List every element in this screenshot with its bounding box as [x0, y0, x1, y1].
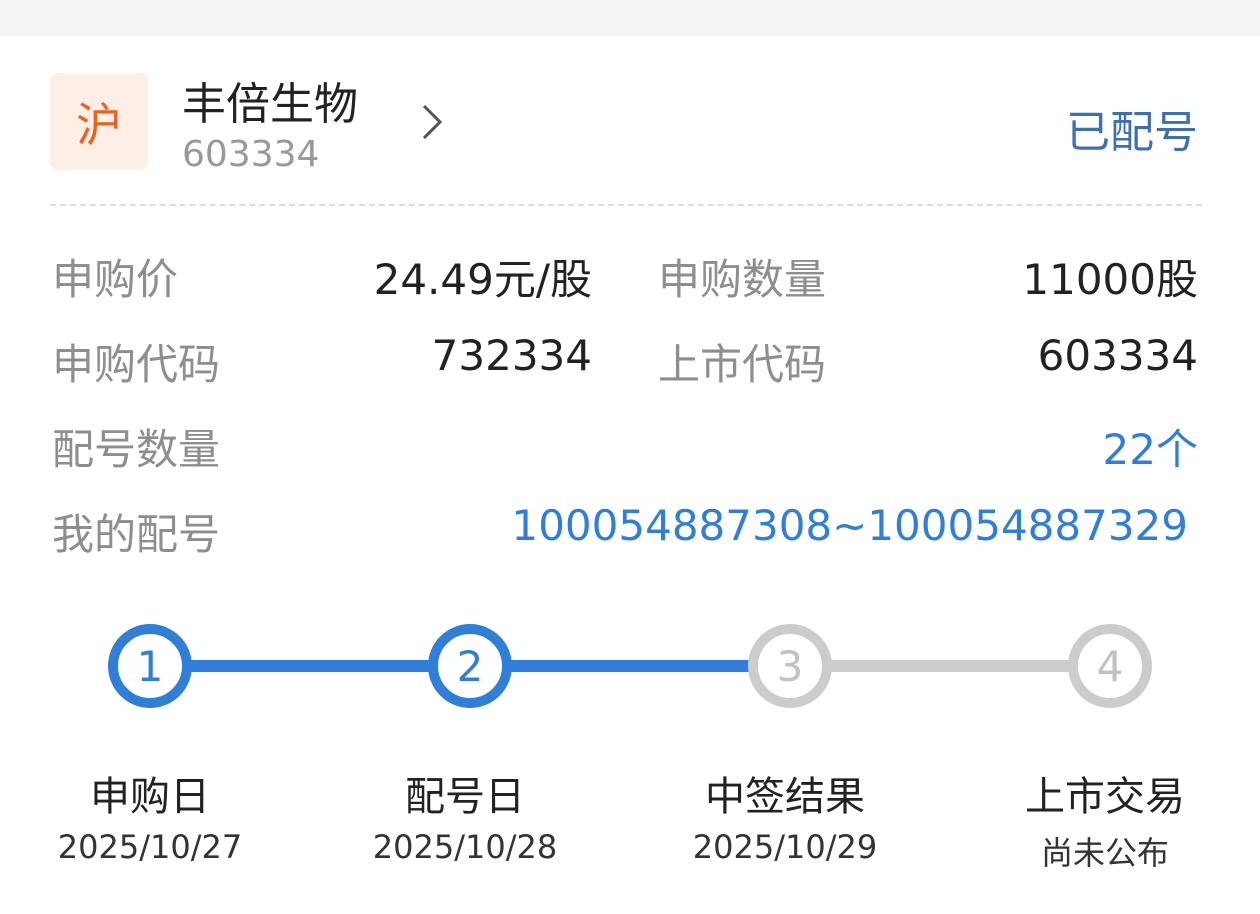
step-4-date: 尚未公布 — [1040, 834, 1169, 872]
market-badge: 沪 — [50, 73, 148, 170]
price-label: 申购价 — [52, 255, 179, 304]
step-2-name: 配号日 — [405, 774, 525, 820]
listing-code-label: 上市代码 — [658, 340, 827, 389]
step-4-circle: 4 — [1068, 624, 1152, 708]
step-1-date: 2025/10/27 — [57, 828, 243, 866]
allocation-count-value: 22个 — [1102, 425, 1198, 474]
step-connector-1 — [190, 660, 430, 672]
step-1-name: 申购日 — [90, 774, 210, 820]
step-connector-2 — [510, 660, 750, 672]
listing-code-value: 603334 — [1037, 331, 1198, 380]
divider — [50, 204, 1202, 206]
step-1-circle: 1 — [108, 624, 192, 708]
stock-code: 603334 — [182, 134, 320, 175]
subscription-code-label: 申购代码 — [52, 340, 221, 389]
step-3-name: 中签结果 — [705, 774, 865, 820]
chevron-right-icon[interactable] — [414, 102, 448, 142]
step-4-name: 上市交易 — [1025, 774, 1185, 820]
quantity-label: 申购数量 — [658, 255, 827, 304]
step-2-date: 2025/10/28 — [372, 828, 558, 866]
allocation-count-label: 配号数量 — [52, 425, 221, 474]
quantity-value: 11000股 — [1022, 255, 1198, 304]
price-value: 24.49元/股 — [373, 255, 592, 304]
status-badge: 已配号 — [1066, 107, 1198, 158]
ipo-card: 沪 丰倍生物 603334 已配号 申购价 24.49元/股 申购数量 1100… — [0, 36, 1260, 914]
step-3-date: 2025/10/29 — [692, 828, 878, 866]
step-connector-3 — [830, 660, 1070, 672]
my-allocation-value: 100054887308~100054887329 — [511, 501, 1188, 550]
my-allocation-label: 我的配号 — [52, 510, 221, 559]
subscription-code-value: 732334 — [431, 331, 592, 380]
step-3-circle: 3 — [748, 624, 832, 708]
stock-name[interactable]: 丰倍生物 — [182, 68, 358, 132]
step-2-circle: 2 — [428, 624, 512, 708]
